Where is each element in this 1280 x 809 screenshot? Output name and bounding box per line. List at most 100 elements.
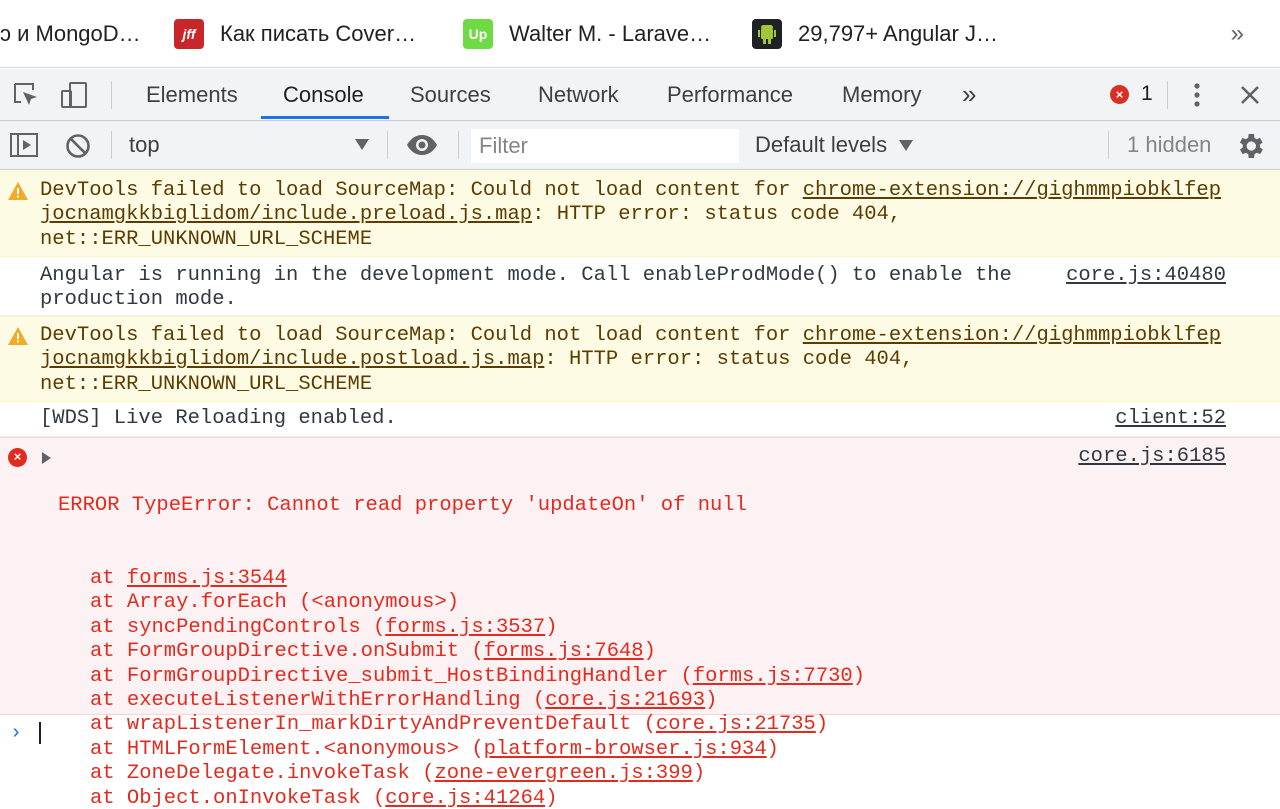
message-text: DevTools failed to load SourceMap: Could… [40,324,803,347]
chevron-down-icon[interactable] [355,139,369,150]
stack-frame-paren: ) [815,713,829,737]
sourcemap-link[interactable]: jocnamgkkbiglidom/include.postload.js.ma… [40,348,544,371]
separator [111,131,112,159]
separator [387,131,388,159]
tab-sources[interactable]: Sources [410,69,491,120]
tab-elements[interactable]: Elements [146,69,238,120]
chevron-down-icon [899,139,914,151]
stack-frame-paren: ) [692,762,706,786]
console-message-warning: DevTools failed to load SourceMap: Could… [0,316,1280,402]
separator [111,81,112,109]
stack-frame-source-link[interactable]: forms.js:3544 [127,567,287,590]
close-icon[interactable] [1236,81,1264,114]
bookmark-label: Как писать Cover… [220,21,417,46]
bookmark-cover-letter[interactable]: jff Как писать Cover… [174,18,416,50]
kebab-menu-icon[interactable] [1186,81,1208,114]
log-levels-dropdown[interactable]: Default levels [755,132,914,158]
stack-frame-paren: ) [545,786,558,809]
stack-frame-paren: ) [545,615,558,639]
error-icon: × [8,448,27,467]
stack-frame-source-link[interactable]: zone-evergreen.js:399 [434,762,692,785]
source-link[interactable]: client:52 [1115,407,1226,431]
device-toolbar-icon[interactable] [60,81,90,114]
error-count: 1 [1141,82,1153,105]
sourcemap-link[interactable]: jocnamgkkbiglidom/include.preload.js.map [40,203,532,226]
show-sidebar-icon[interactable] [9,131,39,164]
separator [1108,131,1109,159]
eye-icon[interactable] [405,131,439,164]
bookmark-walter-laravel[interactable]: Up Walter M. - Larave… [463,18,711,50]
message-text: : HTTP error: status code 404, [544,348,914,372]
sourcemap-link[interactable]: chrome-extension://gighmmpiobklfep [803,179,1221,202]
message-text: Angular is running in the development mo… [40,264,1012,287]
stack-frame-paren: ) [852,664,866,688]
stack-frame-source-link[interactable]: core.js:21735 [656,713,816,736]
console-message-info: Angular is running in the development mo… [0,257,1280,316]
tab-performance[interactable]: Performance [667,69,793,120]
stack-frame: at HTMLFormElement.<anonymous> (platform… [40,738,865,762]
log-levels-label: Default levels [755,132,888,157]
message-text: production mode. [40,288,237,312]
stack-frame-paren: ) [766,737,779,761]
stack-frame-function: at executeListenerWithErrorHandling ( [90,689,546,713]
filter-input[interactable] [471,129,739,163]
stack-frame: at forms.js:3544 [40,567,865,591]
stack-frame-source-link[interactable]: forms.js:3537 [385,616,545,639]
stack-frame-paren: ) [705,689,718,713]
bookmarks-overflow-button[interactable]: » [1231,20,1244,48]
stack-frame-function: at Object.onInvokeTask ( [90,786,386,809]
stack-frame-function: at FormGroupDirective_submit_HostBinding… [90,664,693,688]
inspect-element-icon[interactable] [12,81,40,114]
hidden-messages-count: 1 hidden [1127,132,1212,157]
stack-frame: at FormGroupDirective.onSubmit (forms.js… [40,640,865,664]
source-link[interactable]: core.js:6185 [1078,445,1226,469]
active-tab-indicator [261,116,389,119]
stack-frame-source-link[interactable]: forms.js:7730 [693,665,853,688]
stack-frame: at Object.onInvokeTask (core.js:41264) [40,787,865,809]
bookmark-label: 29,797+ Angular J… [798,21,998,46]
stack-frame-function: at [90,567,127,591]
console-message-warning: DevTools failed to load SourceMap: Could… [0,171,1280,257]
message-text: net::ERR_UNKNOWN_URL_SCHEME [40,227,373,251]
tab-network[interactable]: Network [538,69,619,120]
console-input-caret[interactable] [39,722,41,744]
stack-frame-source-link[interactable]: core.js:41264 [385,787,545,809]
bookmark-label: Walter M. - Larave… [509,21,712,46]
message-text: net::ERR_UNKNOWN_URL_SCHEME [40,372,373,396]
source-link[interactable]: core.js:40480 [1066,264,1226,288]
stack-frame-source-link[interactable]: forms.js:7648 [484,640,644,663]
stack-frame-paren: ) [643,640,656,664]
warning-icon [7,326,29,354]
stack-frame: at ZoneDelegate.invokeTask (zone-evergre… [40,762,865,786]
stack-frame: at wrapListenerIn_markDirtyAndPreventDef… [40,713,865,737]
sourcemap-link[interactable]: chrome-extension://gighmmpiobklfep [803,324,1221,347]
separator [1167,81,1168,109]
gear-icon[interactable] [1234,130,1266,167]
console-message-error: × ERROR TypeError: Cannot read property … [0,437,1280,809]
bookmark-angular-jobs[interactable]: 29,797+ Angular J… [752,18,998,50]
context-selector[interactable]: top [129,132,160,158]
stack-frame: at executeListenerWithErrorHandling (cor… [40,689,865,713]
message-text: DevTools failed to load SourceMap: Could… [40,179,803,202]
upwork-icon: Up [463,19,493,49]
clear-console-icon[interactable] [64,132,92,165]
stack-frame-function: at HTMLFormElement.<anonymous> ( [90,737,484,761]
stack-frame-function: at syncPendingControls ( [90,615,386,639]
error-counter-button[interactable]: × 1 [1110,82,1153,106]
message-text: : HTTP error: status code 404, [532,203,902,227]
message-text: [WDS] Live Reloading enabled. [40,407,397,430]
stack-frame-source-link[interactable]: core.js:21693 [545,689,705,712]
stack-frame-function: at ZoneDelegate.invokeTask ( [90,762,435,786]
stack-frame-function: at Array.forEach (<anonymous>) [90,591,460,615]
more-tabs-button[interactable]: » [962,69,976,120]
devtools-tabbar: Elements Console Sources Network Perform… [0,69,1280,121]
bookmark-mongodb[interactable]: ↄ и MongoD… [0,18,141,50]
console-message-info: [WDS] Live Reloading enabled. client:52 [0,402,1280,437]
bookmark-label: ↄ и MongoD… [0,21,141,46]
console-prompt-icon: › [10,722,23,745]
tab-console[interactable]: Console [283,69,364,120]
warning-icon [7,181,29,209]
stack-frame-source-link[interactable]: platform-browser.js:934 [484,738,767,761]
tab-memory[interactable]: Memory [842,69,921,120]
stack-frame-function: at wrapListenerIn_markDirtyAndPreventDef… [90,713,656,737]
